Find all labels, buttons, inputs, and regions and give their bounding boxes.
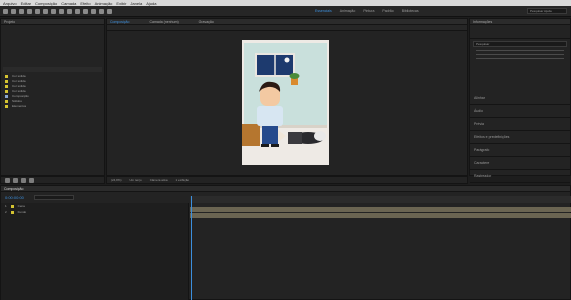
- new-folder-icon[interactable]: [13, 177, 18, 183]
- label-color-swatch: [10, 210, 14, 214]
- right-search-input[interactable]: Pesquisar: [473, 41, 567, 47]
- right-panel-list: Alinhar Áudio Prévia Efeitos e predefiniçõe…: [470, 92, 570, 183]
- panel-item[interactable]: Prévia: [470, 118, 570, 131]
- layer-list: 1 Cena 2 Fundo: [1, 203, 189, 300]
- menu-item-7[interactable]: Janela: [130, 1, 142, 6]
- workspace-tab[interactable]: Bibliotecas: [402, 9, 419, 13]
- tab-layer[interactable]: Camada (nenhum): [149, 19, 178, 24]
- pan-tool-icon[interactable]: [51, 8, 56, 14]
- menu-item-5[interactable]: Animação: [95, 1, 113, 6]
- composition-canvas: [242, 40, 329, 165]
- project-preview: [1, 25, 104, 65]
- timeline-tab[interactable]: Composição: [4, 186, 23, 191]
- workspace-tabs: Essenciais Animação Pintura Padrão Bibliotec…: [315, 9, 419, 13]
- selection-tool-icon[interactable]: [11, 8, 16, 14]
- zoom-tool-icon[interactable]: [27, 8, 32, 14]
- camera-tool-icon[interactable]: [43, 8, 48, 14]
- label-color-swatch: [5, 105, 8, 108]
- scene-illustration: [242, 40, 329, 165]
- label-color-swatch: [5, 95, 8, 98]
- project-search-input[interactable]: [3, 67, 102, 72]
- tab-footage[interactable]: Gravação: [199, 19, 214, 24]
- list-item[interactable]: Elementos: [1, 104, 104, 109]
- label-color-swatch: [5, 100, 8, 103]
- layer-track-bar[interactable]: [190, 207, 571, 212]
- workspace-tab[interactable]: Padrão: [382, 9, 393, 13]
- viewer-breadcrumb: [107, 25, 467, 31]
- eraser-tool-icon[interactable]: [99, 8, 104, 14]
- label-color-swatch: [5, 75, 8, 78]
- project-footer: [0, 176, 105, 184]
- panel-item[interactable]: Parágrafo: [470, 144, 570, 157]
- menu-item-4[interactable]: Efeito: [80, 1, 90, 6]
- effect-area: [470, 62, 570, 92]
- workspace-tab[interactable]: Essenciais: [315, 9, 332, 13]
- list-item-label: Elementos: [12, 104, 27, 108]
- menu-item-3[interactable]: Camada: [61, 1, 76, 6]
- brush-tool-icon[interactable]: [83, 8, 88, 14]
- camera-select[interactable]: Câmera ativa: [150, 178, 168, 182]
- text-tool-icon[interactable]: [75, 8, 80, 14]
- stamp-tool-icon[interactable]: [91, 8, 96, 14]
- interpret-footage-icon[interactable]: [5, 177, 10, 183]
- panel-item[interactable]: Efeitos e predefinições: [470, 131, 570, 144]
- panel-item[interactable]: Rastreador: [470, 170, 570, 183]
- home-icon[interactable]: [3, 8, 8, 14]
- layer-name: Fundo: [17, 209, 27, 214]
- project-panel: Projeto Cor sólida Cor sólida Cor sólida Co…: [0, 18, 105, 176]
- new-composition-icon[interactable]: [21, 177, 26, 183]
- project-items-list: Cor sólida Cor sólida Cor sólida Cor sólida…: [1, 74, 104, 109]
- divider: [476, 54, 564, 55]
- puppet-tool-icon[interactable]: [107, 8, 112, 14]
- right-panel: Informações Pesquisar Alinhar Áudio Prévia…: [469, 18, 571, 183]
- menu-item-6[interactable]: Exibir: [116, 1, 126, 6]
- timeline-panel: Composição 0:00:00:00 1 Cena 2 Fundo: [0, 185, 571, 300]
- help-search-input[interactable]: Pesquisar Ajuda: [527, 8, 567, 14]
- panel-item[interactable]: Caractere: [470, 157, 570, 170]
- menu-item-0[interactable]: Arquivo: [3, 1, 17, 6]
- pen-tool-icon[interactable]: [67, 8, 72, 14]
- workspace-tab[interactable]: Animação: [340, 9, 356, 13]
- divider: [476, 50, 564, 51]
- menu-item-8[interactable]: Ajuda: [146, 1, 156, 6]
- layer-number: 1: [5, 203, 7, 208]
- layer-track-bar[interactable]: [190, 213, 571, 218]
- timeline-search-input[interactable]: [33, 194, 74, 200]
- views-select[interactable]: 1 exibição: [176, 178, 190, 182]
- toolbar: Essenciais Animação Pintura Padrão Bibliotec…: [0, 6, 571, 17]
- label-color-swatch: [10, 204, 14, 208]
- playhead[interactable]: [191, 196, 192, 300]
- viewer-controls-bar: (24,8%) Um terço Câmera ativa 1 exibição: [106, 176, 468, 184]
- label-color-swatch: [5, 85, 8, 88]
- timecode-display[interactable]: 0:00:00:00: [5, 195, 24, 200]
- info-readout: [470, 25, 570, 39]
- zoom-select[interactable]: (24,8%): [111, 178, 122, 182]
- layer-name: Cena: [17, 203, 25, 208]
- divider: [476, 58, 564, 59]
- hand-tool-icon[interactable]: [19, 8, 24, 14]
- table-row[interactable]: 2 Fundo: [1, 209, 188, 215]
- tab-composition[interactable]: Composição: [110, 19, 129, 24]
- time-ruler[interactable]: [190, 196, 571, 203]
- menu-item-1[interactable]: Editar: [21, 1, 31, 6]
- trash-icon[interactable]: [29, 177, 34, 183]
- label-color-swatch: [5, 80, 8, 83]
- workspace-tab[interactable]: Pintura: [363, 9, 374, 13]
- menu-item-2[interactable]: Composição: [35, 1, 57, 6]
- resolution-select[interactable]: Um terço: [130, 178, 142, 182]
- rotate-tool-icon[interactable]: [35, 8, 40, 14]
- panel-item[interactable]: Áudio: [470, 105, 570, 118]
- label-color-swatch: [5, 90, 8, 93]
- shape-tool-icon[interactable]: [59, 8, 64, 14]
- panel-item[interactable]: Alinhar: [470, 92, 570, 105]
- layer-number: 2: [5, 209, 7, 214]
